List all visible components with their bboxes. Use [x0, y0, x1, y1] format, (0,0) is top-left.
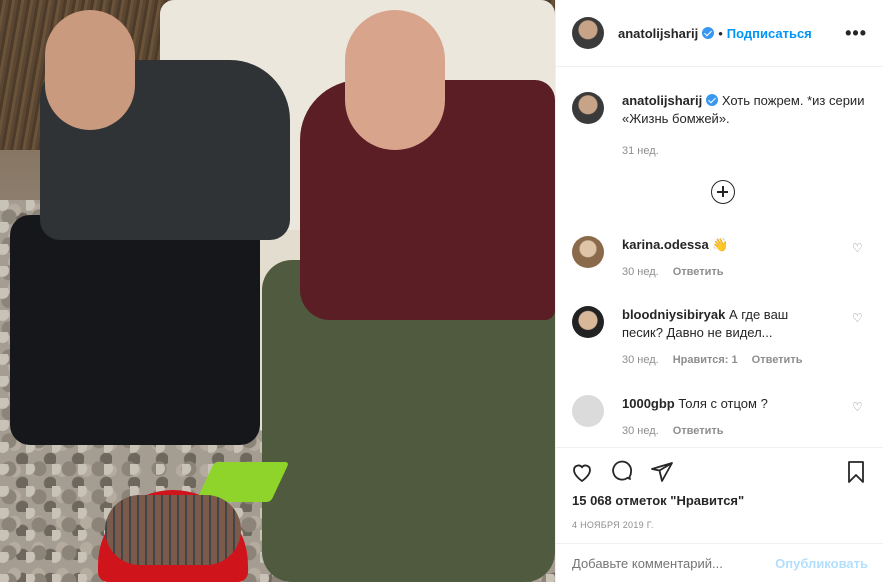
- separator-dot: •: [718, 25, 723, 41]
- comment-item: bloodniysibiryak А где ваш песик? Давно …: [572, 306, 872, 366]
- caption-content: anatolijsharij Хоть пожрем. *из серии «Ж…: [622, 92, 872, 160]
- author-avatar[interactable]: [572, 17, 604, 49]
- comment-text: Толя с отцом ?: [678, 396, 768, 411]
- verified-badge-icon: [702, 26, 715, 39]
- caption-author-avatar[interactable]: [572, 92, 604, 124]
- photo-grill-grate: [105, 495, 241, 565]
- comment-bubble-icon[interactable]: [610, 460, 634, 484]
- author-username[interactable]: anatolijsharij: [618, 26, 698, 41]
- reply-button[interactable]: Ответить: [673, 266, 724, 278]
- reply-button[interactable]: Ответить: [673, 425, 724, 437]
- comment-like-heart-icon[interactable]: ♡: [852, 242, 864, 254]
- commenter-username[interactable]: bloodniysibiryak: [622, 307, 725, 322]
- post-header: anatolijsharij • Подписаться •••: [556, 0, 883, 67]
- commenter-username[interactable]: karina.odessa: [622, 237, 709, 252]
- author-info: anatolijsharij • Подписаться: [618, 26, 812, 41]
- more-options-icon[interactable]: •••: [845, 23, 867, 44]
- follow-button[interactable]: Подписаться: [727, 26, 812, 41]
- comment-time[interactable]: 30 нед.: [622, 354, 659, 366]
- commenter-avatar[interactable]: [572, 236, 604, 268]
- commenter-avatar[interactable]: [572, 395, 604, 427]
- post-actions: 15 068 отметок "Нравится" 4 НОЯБРЯ 2019 …: [556, 447, 883, 582]
- photo-person-right-head: [345, 10, 445, 150]
- comment-time[interactable]: 30 нед.: [622, 425, 659, 437]
- likes-count[interactable]: 15 068 отметок "Нравится": [572, 493, 744, 508]
- post-side-panel: anatolijsharij • Подписаться ••• anatolijs…: [555, 0, 883, 582]
- reply-button[interactable]: Ответить: [752, 354, 803, 366]
- like-heart-icon[interactable]: [570, 460, 594, 484]
- verified-badge-icon: [706, 94, 719, 106]
- comment-item: karina.odessa 👋 30 нед. Ответить ♡: [572, 236, 872, 278]
- comment-like-heart-icon[interactable]: ♡: [852, 312, 864, 324]
- publish-comment-button[interactable]: Опубликовать: [775, 556, 868, 571]
- caption-author-username[interactable]: anatolijsharij: [622, 93, 702, 108]
- post-date[interactable]: 4 НОЯБРЯ 2019 Г.: [572, 520, 654, 530]
- load-more-comments-icon[interactable]: [711, 180, 735, 204]
- comment-body: karina.odessa 👋 30 нед. Ответить: [622, 236, 738, 278]
- comment-likes-count[interactable]: Нравится: 1: [673, 354, 738, 366]
- add-comment-bar: Опубликовать: [556, 543, 883, 582]
- action-icons: [570, 460, 674, 484]
- share-plane-icon[interactable]: [650, 460, 674, 484]
- post-photo[interactable]: [0, 0, 555, 582]
- photo-person-left-head: [45, 10, 135, 130]
- add-comment-input[interactable]: [572, 556, 776, 571]
- comment-item: 1000gbp Толя с отцом ? 30 нед. Ответить ♡: [572, 395, 872, 437]
- bookmark-icon[interactable]: [844, 460, 868, 484]
- comment-body: 1000gbp Толя с отцом ? 30 нед. Ответить: [622, 395, 768, 437]
- photo-person-left-pants: [10, 215, 260, 445]
- caption-time: 31 нед.: [622, 145, 659, 157]
- commenter-avatar[interactable]: [572, 306, 604, 338]
- comment-text: 👋: [712, 237, 729, 252]
- commenter-username[interactable]: 1000gbp: [622, 396, 675, 411]
- comment-time[interactable]: 30 нед.: [622, 266, 659, 278]
- comment-body: bloodniysibiryak А где ваш песик? Давно …: [622, 306, 832, 366]
- comment-like-heart-icon[interactable]: ♡: [852, 401, 864, 413]
- post-caption: anatolijsharij Хоть пожрем. *из серии «Ж…: [572, 92, 872, 160]
